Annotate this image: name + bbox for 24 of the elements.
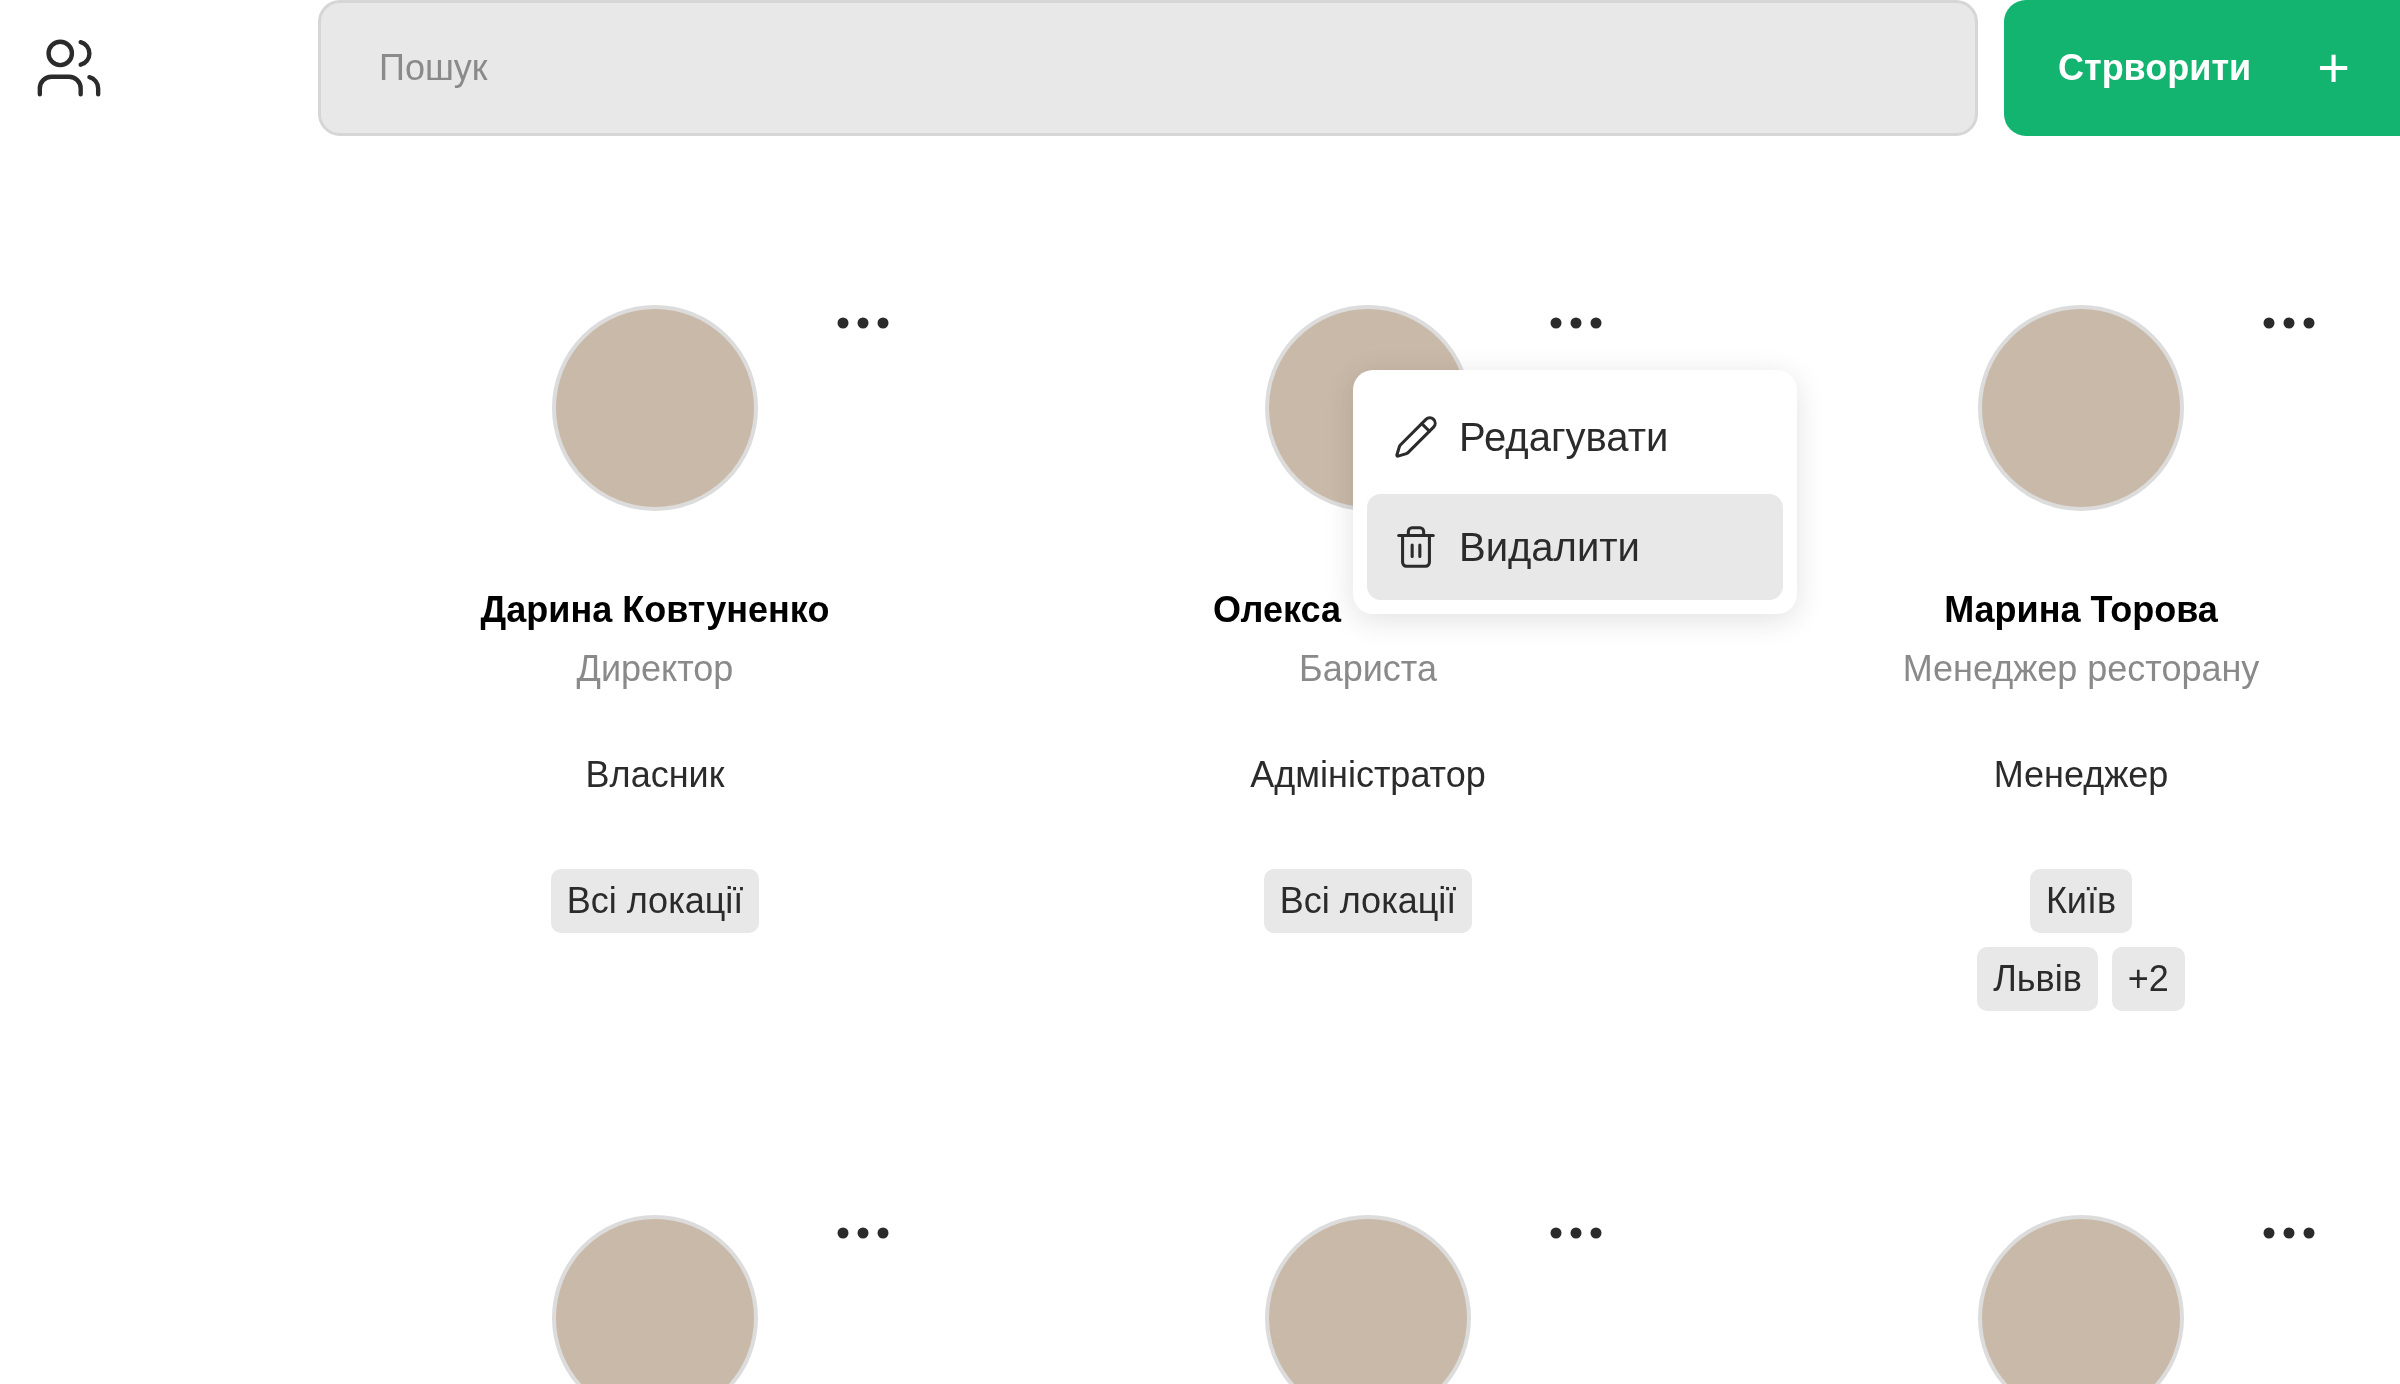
location-tag: Всі локації	[1263, 869, 1473, 933]
more-options-icon[interactable]	[2263, 317, 2315, 329]
employee-position: Бариста	[1299, 647, 1437, 691]
search-field[interactable]: Пошук	[318, 0, 1978, 136]
location-tag: Львів	[1977, 947, 2098, 1011]
employee-name: Дарина Ковтуненко	[480, 588, 830, 632]
more-options-icon[interactable]	[1550, 1227, 1602, 1239]
more-options-icon[interactable]	[2263, 1227, 2315, 1239]
pencil-icon	[1393, 414, 1439, 460]
location-tag: Всі локації	[550, 869, 760, 933]
access-level: Власник	[585, 753, 725, 797]
employee-name: Олекса	[1213, 588, 1341, 632]
location-tag: Київ	[2029, 869, 2133, 933]
access-level: Адміністратор	[1250, 753, 1486, 797]
location-tag: +2	[2111, 947, 2185, 1011]
employee-name: Марина Торова	[1944, 588, 2218, 632]
menu-item[interactable]: Видалити	[1367, 494, 1783, 600]
plus-icon: +	[2317, 40, 2350, 96]
employee-position: Директор	[576, 647, 734, 691]
more-options-icon[interactable]	[837, 317, 889, 329]
access-level: Менеджер	[1993, 753, 2169, 797]
employee-position: Менеджер ресторану	[1902, 647, 2260, 691]
more-options-icon[interactable]	[837, 1227, 889, 1239]
more-options-icon[interactable]	[1550, 317, 1602, 329]
